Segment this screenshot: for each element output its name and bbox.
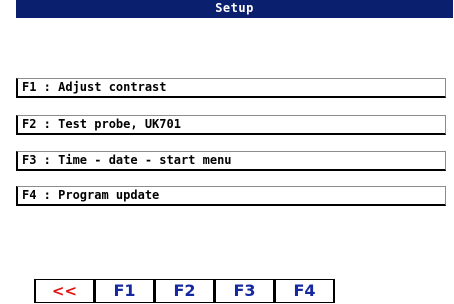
title-bar: Setup <box>16 0 453 18</box>
menu-item-test-probe[interactable]: F2 : Test probe, UK701 <box>16 115 446 135</box>
f4-button[interactable]: F4 <box>274 279 335 303</box>
menu-item-time-date-start[interactable]: F3 : Time - date - start menu <box>16 151 446 171</box>
f2-button[interactable]: F2 <box>154 279 215 303</box>
menu-item-adjust-contrast[interactable]: F1 : Adjust contrast <box>16 78 446 98</box>
menu-item-label: F3 : Time - date - start menu <box>22 153 232 167</box>
f3-button[interactable]: F3 <box>214 279 275 303</box>
window-title: Setup <box>215 1 254 15</box>
menu-item-program-update[interactable]: F4 : Program update <box>16 186 446 206</box>
menu-item-label: F2 : Test probe, UK701 <box>22 117 181 131</box>
menu-item-label: F4 : Program update <box>22 188 160 202</box>
back-button[interactable]: << <box>34 279 95 303</box>
menu-item-label: F1 : Adjust contrast <box>22 80 167 94</box>
f1-button[interactable]: F1 <box>94 279 155 303</box>
function-key-bar: << F1 F2 F3 F4 <box>34 279 335 303</box>
